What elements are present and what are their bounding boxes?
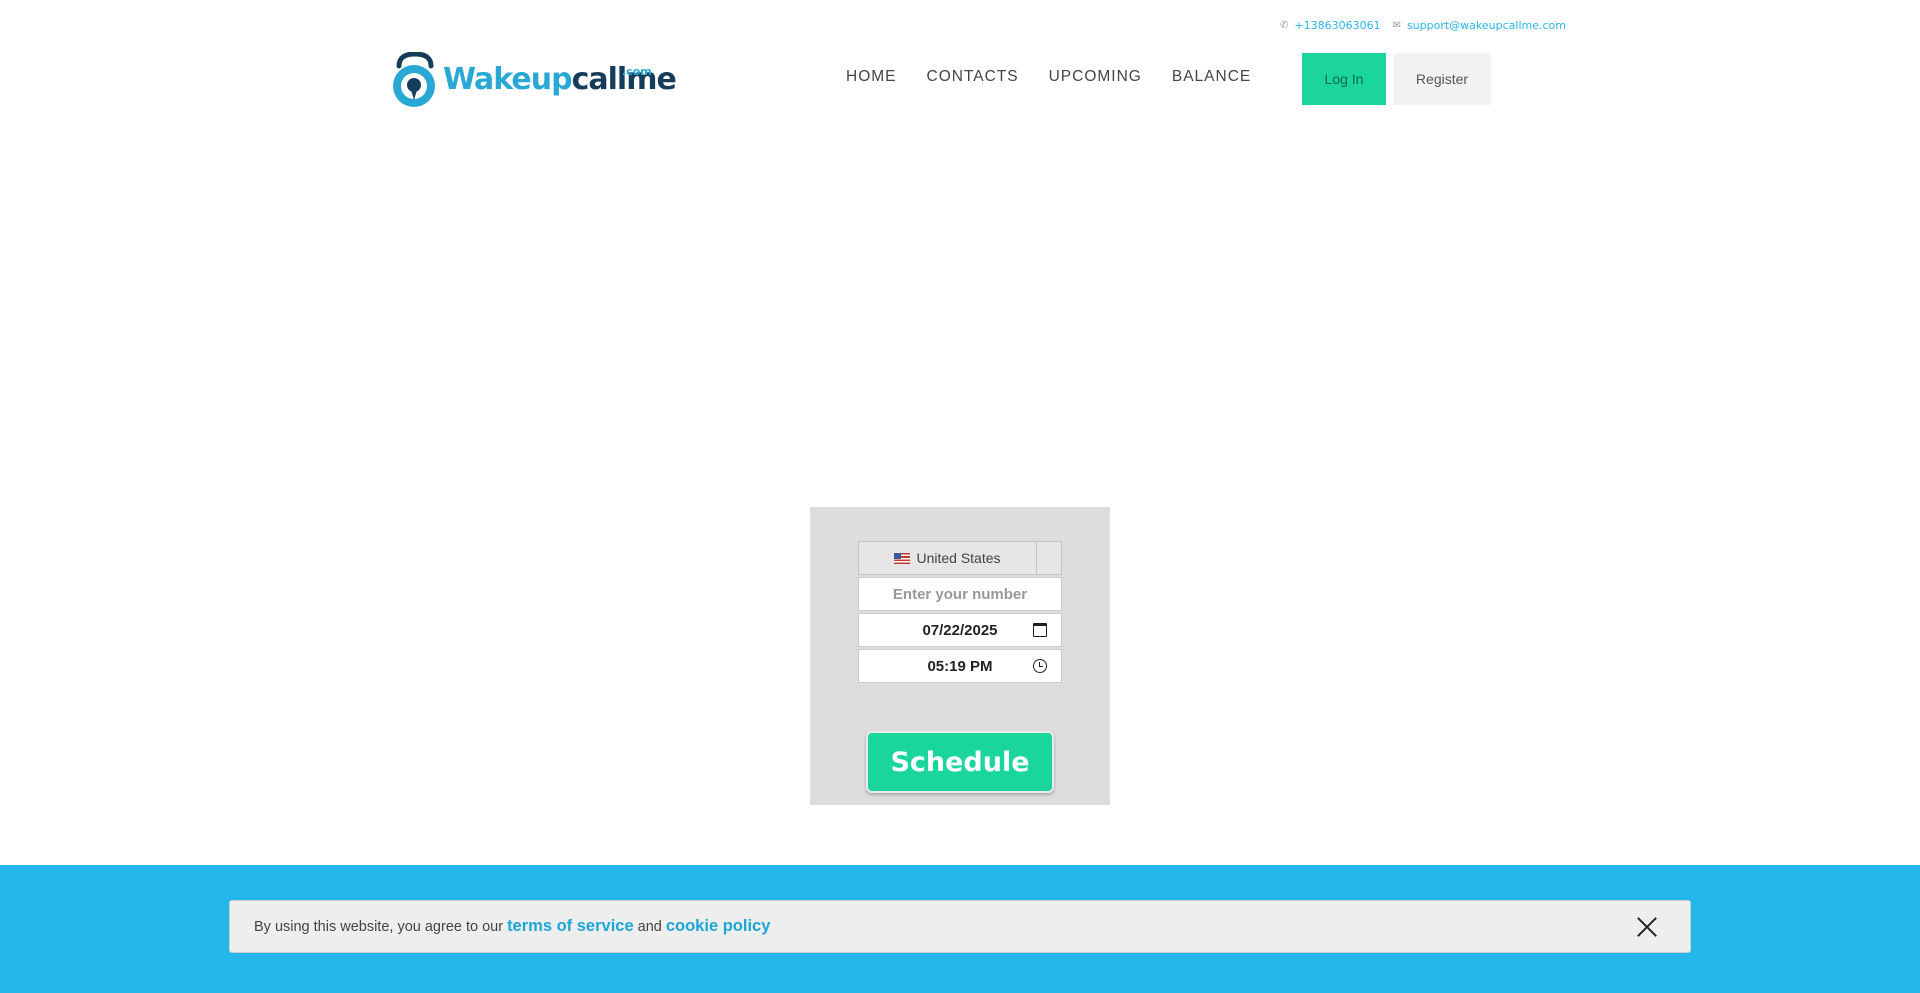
phone-number-input[interactable]: Enter your number (858, 577, 1062, 611)
time-value: 05:19 PM (927, 657, 993, 675)
site-logo[interactable]: Wakeupcallme .com (389, 52, 677, 110)
close-icon[interactable] (1636, 916, 1658, 938)
main-nav: HOME CONTACTS UPCOMING BALANCE (846, 68, 1251, 86)
calendar-icon[interactable] (1033, 623, 1047, 637)
email-contact[interactable]: ✉ support@wakeupcallme.com (1393, 19, 1566, 32)
cookie-and-text: and (637, 918, 662, 935)
phone-icon: ✆ (1279, 20, 1289, 31)
nav-contacts[interactable]: CONTACTS (927, 68, 1019, 86)
us-flag-icon (894, 552, 911, 564)
cookie-text: By using this website, you agree to our (254, 918, 504, 935)
register-button[interactable]: Register (1393, 53, 1491, 105)
country-select[interactable]: United States (858, 541, 1062, 575)
email-link[interactable]: support@wakeupcallme.com (1407, 19, 1566, 32)
nav-upcoming[interactable]: UPCOMING (1049, 68, 1142, 86)
contact-bar: ✆ +13863063061 ✉ support@wakeupcallme.co… (1280, 19, 1566, 32)
country-name: United States (916, 550, 1001, 566)
terms-of-service-link[interactable]: terms of service (507, 917, 634, 936)
nav-balance[interactable]: BALANCE (1172, 68, 1251, 86)
phone-contact[interactable]: ✆ +13863063061 (1280, 19, 1381, 32)
country-dropdown-toggle[interactable] (1037, 542, 1061, 574)
envelope-icon: ✉ (1392, 20, 1401, 31)
cookie-policy-link[interactable]: cookie policy (666, 917, 771, 936)
alarm-clock-icon (393, 52, 435, 107)
login-button[interactable]: Log In (1302, 53, 1386, 105)
schedule-button[interactable]: Schedule (866, 731, 1054, 793)
cookie-banner: By using this website, you agree to our … (229, 900, 1691, 953)
clock-icon[interactable] (1033, 659, 1047, 673)
country-select-value[interactable]: United States (859, 542, 1037, 574)
date-value: 07/22/2025 (922, 621, 998, 639)
logo-suffix: .com (622, 65, 652, 78)
logo-part-wakeup: Wakeup (443, 62, 573, 97)
phone-link[interactable]: +13863063061 (1294, 19, 1380, 32)
date-input[interactable]: 07/22/2025 (858, 613, 1062, 647)
time-input[interactable]: 05:19 PM (858, 649, 1062, 683)
schedule-form-panel: United States Enter your number 07/22/20… (810, 507, 1110, 805)
nav-home[interactable]: HOME (846, 68, 897, 86)
